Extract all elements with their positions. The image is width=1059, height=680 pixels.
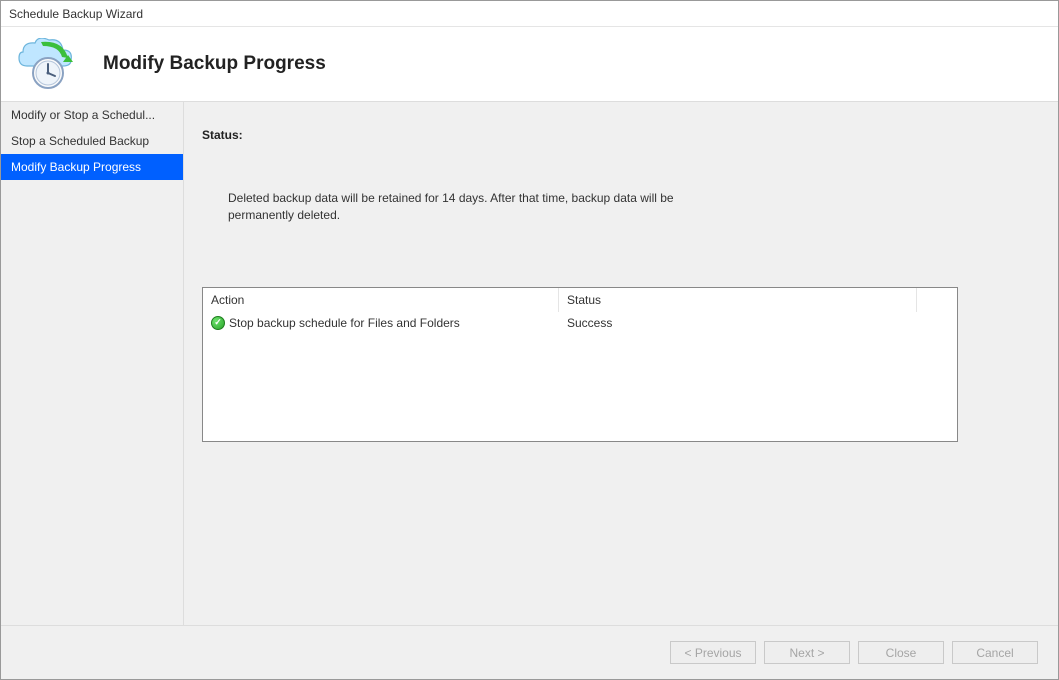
table-cell-action: ✓ Stop backup schedule for Files and Fol… [203, 316, 559, 330]
wizard-content: Status: Deleted backup data will be reta… [184, 102, 1058, 625]
table-cell-status: Success [559, 316, 957, 330]
header-icon-wrap [9, 38, 79, 90]
titlebar: Schedule Backup Wizard [1, 1, 1058, 27]
table-header: Action Status [203, 288, 957, 312]
success-check-icon: ✓ [211, 316, 225, 330]
close-button[interactable]: Close [858, 641, 944, 664]
status-label: Status: [202, 128, 958, 142]
next-button[interactable]: Next > [764, 641, 850, 664]
sidebar-item-stop-scheduled-backup[interactable]: Stop a Scheduled Backup [1, 128, 183, 154]
window-title: Schedule Backup Wizard [9, 7, 143, 21]
sidebar-item-modify-backup-progress[interactable]: Modify Backup Progress [1, 154, 183, 180]
wizard-footer: < Previous Next > Close Cancel [1, 625, 1058, 679]
wizard-steps-sidebar: Modify or Stop a Schedul... Stop a Sched… [1, 102, 184, 625]
status-text: Deleted backup data will be retained for… [228, 190, 728, 225]
backup-schedule-icon [13, 38, 75, 90]
sidebar-item-modify-or-stop[interactable]: Modify or Stop a Schedul... [1, 102, 183, 128]
cancel-button[interactable]: Cancel [952, 641, 1038, 664]
previous-button[interactable]: < Previous [670, 641, 756, 664]
wizard-body: Modify or Stop a Schedul... Stop a Sched… [1, 102, 1058, 625]
table-row: ✓ Stop backup schedule for Files and Fol… [203, 312, 957, 334]
wizard-header: Modify Backup Progress [1, 27, 1058, 102]
action-text: Stop backup schedule for Files and Folde… [229, 316, 460, 330]
table-header-action[interactable]: Action [203, 288, 559, 312]
progress-table: Action Status ✓ Stop backup schedule for… [202, 287, 958, 442]
page-title: Modify Backup Progress [103, 53, 326, 75]
table-header-status[interactable]: Status [559, 288, 917, 312]
